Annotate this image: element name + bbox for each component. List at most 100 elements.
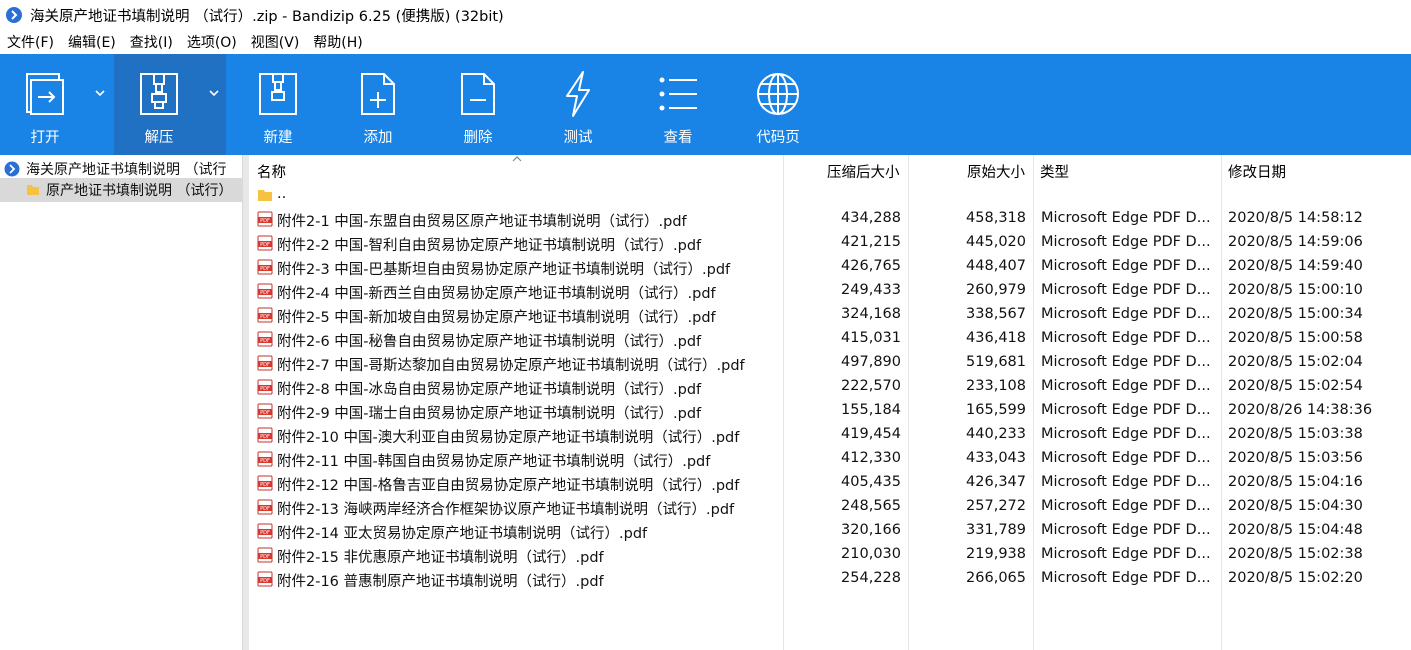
- file-modified-date: 2020/8/5 15:02:38: [1228, 546, 1363, 562]
- file-type: Microsoft Edge PDF D...: [1041, 402, 1211, 418]
- file-original-size: 233,108: [966, 378, 1026, 394]
- view-button[interactable]: 查看: [630, 54, 726, 155]
- test-label: 测试: [563, 130, 593, 146]
- pdf-file-icon: PDF: [257, 235, 273, 251]
- menu-view[interactable]: 视图(V): [251, 32, 300, 52]
- menu-help[interactable]: 帮助(H): [313, 32, 362, 52]
- pdf-file-icon: PDF: [257, 571, 273, 587]
- file-modified-date: 2020/8/5 14:58:12: [1228, 210, 1363, 226]
- new-button[interactable]: 新建: [230, 54, 326, 155]
- svg-text:PDF: PDF: [260, 434, 270, 440]
- file-row[interactable]: PDF 附件2-11 中国-韩国自由贸易协定原产地证书填制说明（试行）.pdf 41…: [249, 447, 1411, 471]
- file-row[interactable]: PDF 附件2-3 中国-巴基斯坦自由贸易协定原产地证书填制说明（试行）.pdf 4…: [249, 255, 1411, 279]
- new-archive-icon: [259, 73, 297, 115]
- file-row[interactable]: PDF 附件2-13 海峡两岸经济合作框架协议原产地证书填制说明（试行）.pdf 2…: [249, 495, 1411, 519]
- column-header-name[interactable]: 名称: [257, 161, 286, 182]
- folder-icon: [258, 190, 272, 201]
- pdf-file-icon: PDF: [257, 427, 273, 443]
- file-row[interactable]: PDF 附件2-14 亚太贸易协定原产地证书填制说明（试行）.pdf 320,166…: [249, 519, 1411, 543]
- file-type: Microsoft Edge PDF D...: [1041, 450, 1211, 466]
- folder-icon: [27, 185, 39, 195]
- pdf-file-icon: PDF: [257, 547, 273, 563]
- file-modified-date: 2020/8/26 14:38:36: [1228, 402, 1373, 418]
- menu-find[interactable]: 查找(I): [130, 32, 173, 52]
- extract-button[interactable]: 解压: [114, 54, 204, 155]
- file-type: Microsoft Edge PDF D...: [1041, 306, 1211, 322]
- lightning-icon: [566, 71, 590, 117]
- pdf-file-icon: PDF: [257, 307, 273, 323]
- pdf-file-icon: PDF: [257, 523, 273, 539]
- column-header-original[interactable]: 原始大小: [967, 161, 1025, 182]
- tree-folder-selected[interactable]: 原产地证书填制说明 （试行）: [0, 178, 242, 202]
- file-list: 名称 压缩后大小 原始大小 类型 修改日期 .. PDF 附件2-1 中国-东盟自…: [249, 155, 1411, 650]
- open-dropdown[interactable]: [90, 54, 110, 155]
- file-compressed-size: 497,890: [841, 354, 901, 370]
- svg-text:PDF: PDF: [260, 362, 270, 368]
- menu-file[interactable]: 文件(F): [7, 32, 54, 52]
- window-title: 海关原产地证书填制说明 （试行）.zip - Bandizip 6.25 (便携…: [30, 8, 504, 25]
- list-view-icon: [659, 77, 697, 111]
- menu-edit[interactable]: 编辑(E): [68, 32, 116, 52]
- file-name: 附件2-14 亚太贸易协定原产地证书填制说明（试行）.pdf: [277, 526, 648, 542]
- file-row[interactable]: PDF 附件2-9 中国-瑞士自由贸易协定原产地证书填制说明（试行）.pdf 155…: [249, 399, 1411, 423]
- view-label: 查看: [663, 130, 693, 146]
- file-row[interactable]: PDF 附件2-6 中国-秘鲁自由贸易协定原产地证书填制说明（试行）.pdf 415…: [249, 327, 1411, 351]
- codepage-button[interactable]: 代码页: [730, 54, 826, 155]
- svg-text:PDF: PDF: [260, 458, 270, 464]
- svg-text:PDF: PDF: [260, 482, 270, 488]
- add-label: 添加: [363, 130, 393, 146]
- file-name: 附件2-3 中国-巴基斯坦自由贸易协定原产地证书填制说明（试行）.pdf: [277, 262, 731, 278]
- file-modified-date: 2020/8/5 15:03:38: [1228, 426, 1363, 442]
- file-original-size: 338,567: [966, 306, 1026, 322]
- file-row[interactable]: PDF 附件2-15 非优惠原产地证书填制说明（试行）.pdf 210,030 219…: [249, 543, 1411, 567]
- pdf-file-icon: PDF: [257, 331, 273, 347]
- test-button[interactable]: 测试: [530, 54, 626, 155]
- file-original-size: 260,979: [966, 282, 1026, 298]
- file-modified-date: 2020/8/5 14:59:06: [1228, 234, 1363, 250]
- file-row[interactable]: PDF 附件2-4 中国-新西兰自由贸易协定原产地证书填制说明（试行）.pdf 24…: [249, 279, 1411, 303]
- file-row[interactable]: PDF 附件2-16 普惠制原产地证书填制说明（试行）.pdf 254,228 266…: [249, 567, 1411, 591]
- file-original-size: 445,020: [966, 234, 1026, 250]
- file-row[interactable]: PDF 附件2-5 中国-新加坡自由贸易协定原产地证书填制说明（试行）.pdf 32…: [249, 303, 1411, 327]
- file-compressed-size: 320,166: [841, 522, 901, 538]
- file-name: 附件2-11 中国-韩国自由贸易协定原产地证书填制说明（试行）.pdf: [277, 454, 711, 470]
- title-bar: 海关原产地证书填制说明 （试行）.zip - Bandizip 6.25 (便携…: [0, 0, 1411, 30]
- file-original-size: 426,347: [966, 474, 1026, 490]
- column-header-modified[interactable]: 修改日期: [1228, 161, 1286, 182]
- menu-options[interactable]: 选项(O): [187, 32, 237, 52]
- file-type: Microsoft Edge PDF D...: [1041, 354, 1211, 370]
- file-original-size: 448,407: [966, 258, 1026, 274]
- delete-button[interactable]: 删除: [430, 54, 526, 155]
- delete-file-icon: [461, 73, 495, 115]
- extract-label: 解压: [144, 130, 174, 146]
- file-compressed-size: 249,433: [841, 282, 901, 298]
- svg-text:PDF: PDF: [260, 314, 270, 320]
- file-row[interactable]: PDF 附件2-12 中国-格鲁吉亚自由贸易协定原产地证书填制说明（试行）.pdf…: [249, 471, 1411, 495]
- file-original-size: 519,681: [966, 354, 1026, 370]
- file-modified-date: 2020/8/5 15:00:10: [1228, 282, 1363, 298]
- file-type: Microsoft Edge PDF D...: [1041, 570, 1211, 586]
- parent-folder-row[interactable]: ..: [249, 183, 1411, 207]
- file-name: 附件2-7 中国-哥斯达黎加自由贸易协定原产地证书填制说明（试行）.pdf: [277, 358, 745, 374]
- pdf-file-icon: PDF: [257, 259, 273, 275]
- column-header-type[interactable]: 类型: [1040, 161, 1069, 182]
- svg-text:PDF: PDF: [260, 578, 270, 584]
- file-modified-date: 2020/8/5 15:02:04: [1228, 354, 1363, 370]
- delete-label: 删除: [463, 130, 493, 146]
- extract-dropdown[interactable]: [204, 54, 226, 155]
- file-row[interactable]: PDF 附件2-1 中国-东盟自由贸易区原产地证书填制说明（试行）.pdf 434,…: [249, 207, 1411, 231]
- file-compressed-size: 412,330: [841, 450, 901, 466]
- open-archive-icon: [26, 73, 64, 115]
- open-label: 打开: [30, 130, 60, 146]
- file-name: 附件2-1 中国-东盟自由贸易区原产地证书填制说明（试行）.pdf: [277, 214, 687, 230]
- open-button[interactable]: 打开: [0, 54, 90, 155]
- svg-text:PDF: PDF: [260, 338, 270, 344]
- file-row[interactable]: PDF 附件2-10 中国-澳大利亚自由贸易协定原产地证书填制说明（试行）.pdf…: [249, 423, 1411, 447]
- file-row[interactable]: PDF 附件2-2 中国-智利自由贸易协定原产地证书填制说明（试行）.pdf 421…: [249, 231, 1411, 255]
- svg-text:PDF: PDF: [260, 410, 270, 416]
- file-row[interactable]: PDF 附件2-8 中国-冰岛自由贸易协定原产地证书填制说明（试行）.pdf 222…: [249, 375, 1411, 399]
- file-type: Microsoft Edge PDF D...: [1041, 210, 1211, 226]
- add-button[interactable]: 添加: [330, 54, 426, 155]
- file-row[interactable]: PDF 附件2-7 中国-哥斯达黎加自由贸易协定原产地证书填制说明（试行）.pdf…: [249, 351, 1411, 375]
- column-header-compressed[interactable]: 压缩后大小: [827, 161, 900, 182]
